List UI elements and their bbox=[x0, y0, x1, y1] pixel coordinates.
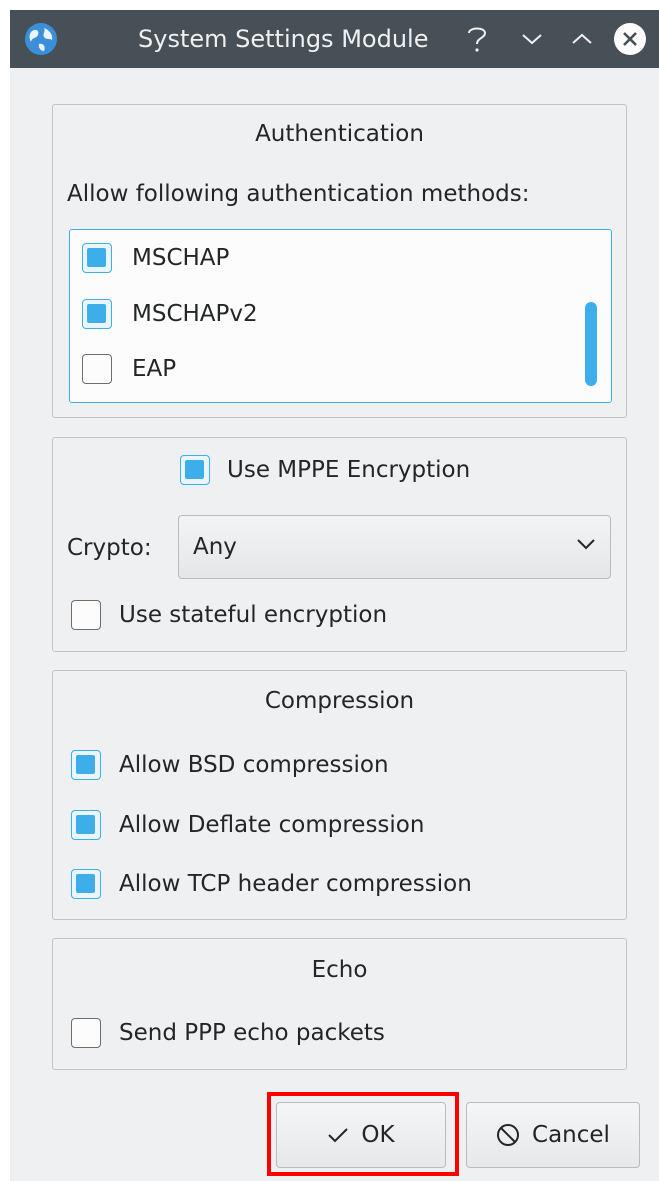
stateful-encryption-label[interactable]: Use stateful encryption bbox=[119, 600, 387, 630]
minimize-button[interactable] bbox=[516, 23, 548, 55]
compression-title: Compression bbox=[264, 688, 415, 714]
maximize-icon bbox=[572, 33, 592, 44]
mschap-label[interactable]: MSCHAP bbox=[132, 243, 229, 273]
ok-button-highlight bbox=[267, 1092, 459, 1176]
tcp-header-compression-label[interactable]: Allow TCP header compression bbox=[119, 869, 472, 899]
send-echo-label[interactable]: Send PPP echo packets bbox=[119, 1018, 385, 1048]
close-button[interactable] bbox=[613, 22, 647, 56]
authentication-group: Authentication Allow following authentic… bbox=[52, 104, 627, 418]
method-list-scrollbar[interactable] bbox=[585, 302, 597, 386]
deflate-compression-checkbox[interactable] bbox=[71, 810, 101, 840]
deflate-compression-label[interactable]: Allow Deflate compression bbox=[119, 810, 424, 840]
maximize-button[interactable] bbox=[566, 23, 598, 55]
echo-title: Echo bbox=[311, 957, 368, 983]
title-bar[interactable]: System Settings Module bbox=[10, 10, 659, 68]
bsd-compression-label[interactable]: Allow BSD compression bbox=[119, 750, 389, 780]
help-icon bbox=[468, 27, 487, 52]
crypto-select[interactable]: Any bbox=[178, 515, 611, 579]
chevron-down-icon bbox=[577, 539, 595, 550]
help-button[interactable] bbox=[461, 23, 493, 55]
minimize-icon bbox=[522, 34, 542, 45]
encryption-group: Use MPPE Encryption Crypto: Any Use stat… bbox=[52, 437, 627, 652]
window-title: System Settings Module bbox=[138, 25, 429, 53]
eap-checkbox[interactable] bbox=[82, 354, 112, 384]
mschap-checkbox[interactable] bbox=[82, 243, 112, 273]
authentication-prompt: Allow following authentication methods: bbox=[67, 181, 530, 207]
mschapv2-checkbox[interactable] bbox=[82, 299, 112, 329]
tcp-header-compression-checkbox[interactable] bbox=[71, 869, 101, 899]
echo-group: Echo Send PPP echo packets bbox=[52, 938, 627, 1070]
use-mppe-checkbox[interactable] bbox=[180, 455, 210, 485]
stateful-encryption-checkbox[interactable] bbox=[71, 600, 101, 630]
send-echo-checkbox[interactable] bbox=[71, 1018, 101, 1048]
crypto-label: Crypto: bbox=[67, 535, 152, 561]
eap-label[interactable]: EAP bbox=[132, 354, 176, 384]
cancel-icon bbox=[497, 1124, 520, 1146]
close-icon bbox=[614, 23, 646, 55]
authentication-title: Authentication bbox=[255, 121, 424, 147]
use-mppe-label[interactable]: Use MPPE Encryption bbox=[227, 455, 470, 485]
compression-group: Compression Allow BSD compression Allow … bbox=[52, 670, 627, 920]
mschapv2-label[interactable]: MSCHAPv2 bbox=[132, 299, 258, 329]
authentication-method-list[interactable]: MSCHAP MSCHAPv2 EAP bbox=[69, 229, 612, 403]
cancel-button[interactable]: Cancel bbox=[466, 1102, 640, 1168]
cancel-button-label: Cancel bbox=[532, 1122, 610, 1148]
bsd-compression-checkbox[interactable] bbox=[71, 750, 101, 780]
globe-icon[interactable] bbox=[24, 22, 58, 56]
crypto-select-value: Any bbox=[193, 534, 237, 560]
scrollbar-thumb[interactable] bbox=[585, 302, 597, 386]
